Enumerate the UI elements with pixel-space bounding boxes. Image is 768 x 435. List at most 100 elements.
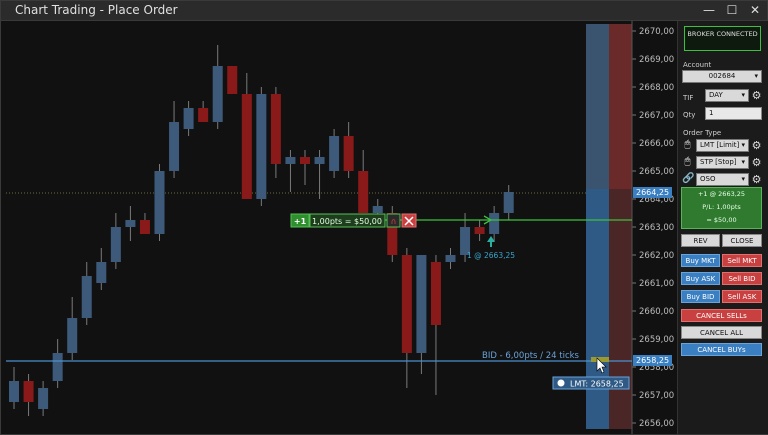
- left-click-mouse-icon: 🖱: [684, 139, 691, 150]
- sell-mkt-button[interactable]: Sell MKT: [722, 254, 762, 267]
- price-axis-label: 2659,00: [639, 335, 674, 345]
- buy-ask-button[interactable]: Buy ASK: [681, 272, 720, 285]
- close-button[interactable]: CLOSE: [722, 234, 762, 247]
- account-select[interactable]: 002684 ▾: [682, 70, 762, 83]
- fill-label: 1 @ 2663,25: [467, 251, 515, 260]
- candle-body: [343, 136, 354, 171]
- minimize-icon[interactable]: —: [697, 1, 721, 20]
- candle-body: [503, 192, 514, 213]
- qty-label: Qty: [683, 111, 696, 119]
- position-entry: +1 @ 2663,25: [697, 190, 746, 198]
- candle-body: [52, 353, 63, 381]
- price-axis-label: 2669,00: [639, 55, 674, 65]
- ask-depth-column: [586, 189, 609, 429]
- candle-body: [96, 262, 107, 283]
- account-label: Account: [683, 61, 712, 69]
- tif-label: TIF: [683, 94, 694, 102]
- broker-status: BROKER CONNECTED: [684, 26, 761, 51]
- stp-gear-icon[interactable]: ⚙: [751, 157, 762, 168]
- price-axis-label: 2665,00: [639, 167, 674, 177]
- candle-body: [67, 318, 78, 353]
- position-summary: +1 @ 2663,25 P/L: 1,00pts = $50,00: [681, 187, 762, 229]
- cancel-all-button[interactable]: CANCEL ALL: [681, 326, 762, 339]
- limit-order-label: LMT: 2658,25: [570, 380, 624, 389]
- order-type-label: Order Type: [683, 129, 722, 137]
- buy-mkt-button[interactable]: Buy MKT: [681, 254, 720, 267]
- candle-body: [329, 136, 340, 171]
- cancel-sells-button[interactable]: CANCEL SELLs: [681, 309, 762, 322]
- chart-trading-window: Chart Trading - Place Order — ☐ ✕ 2670,0…: [0, 0, 768, 435]
- link-icon: 🔗: [682, 173, 695, 184]
- candle-body: [314, 157, 325, 164]
- tif-gear-icon[interactable]: ⚙: [751, 90, 762, 101]
- order-panel: BROKER CONNECTED Account 002684 ▾ TIF DAY…: [677, 21, 768, 434]
- linked-order-type-select[interactable]: OSO ▾: [696, 173, 749, 186]
- order-type-oso: OSO: [700, 175, 716, 183]
- bid-depth-column-top: [609, 24, 632, 189]
- sell-ask-button[interactable]: Sell ASK: [722, 290, 762, 303]
- buy-bid-button[interactable]: Buy BID: [681, 290, 720, 303]
- candle-body: [169, 122, 180, 171]
- price-axis-label: 2657,00: [639, 391, 674, 401]
- candle-body: [300, 157, 310, 164]
- order-type-stp: STP [Stop]: [700, 158, 737, 166]
- close-icon[interactable]: ✕: [743, 1, 767, 20]
- price-axis-label: 2670,00: [639, 27, 674, 37]
- price-axis-label: 2666,00: [639, 139, 674, 149]
- candle-body: [81, 276, 92, 318]
- chevron-down-icon: ▾: [741, 91, 745, 99]
- candle-body: [416, 255, 427, 353]
- price-chart[interactable]: 2670,00 2669,00 2668,00 2667,00 2666,00 2665,…: [1, 21, 677, 434]
- candle-body: [430, 262, 441, 325]
- price-axis-label: 2656,00: [639, 419, 674, 429]
- price-axis-label: 2660,00: [639, 307, 674, 317]
- title-bar[interactable]: Chart Trading - Place Order — ☐ ✕: [1, 1, 767, 21]
- position-pnl-usd: = $50,00: [706, 216, 737, 224]
- candle-body: [183, 108, 194, 129]
- last-price-tag: 2664,25: [633, 187, 673, 198]
- oso-gear-icon[interactable]: ⚙: [751, 174, 762, 185]
- limit-order-mouse-icon: [557, 379, 565, 387]
- candle-body: [241, 94, 252, 199]
- candle-body: [256, 94, 267, 199]
- candle-body: [38, 388, 49, 409]
- candle-body: [285, 157, 296, 164]
- bid-price-tag: 2658,25: [633, 355, 673, 366]
- right-click-mouse-icon: 🖱: [684, 156, 691, 167]
- candle-body: [139, 220, 150, 234]
- rev-button[interactable]: REV: [681, 234, 720, 247]
- account-value: 002684: [708, 72, 736, 80]
- maximize-icon[interactable]: ☐: [720, 1, 744, 20]
- price-axis-label: 2667,00: [639, 111, 674, 121]
- position-pnl: 1,00pts = $50,00: [312, 217, 382, 226]
- chevron-down-icon: ▾: [741, 175, 745, 183]
- price-axis: 2670,00 2669,00 2668,00 2667,00 2666,00 2665,…: [631, 21, 674, 434]
- lmt-gear-icon[interactable]: ⚙: [751, 140, 762, 151]
- candle-body: [474, 227, 485, 234]
- chevron-down-icon: ▾: [741, 158, 745, 166]
- bid-distance-label: BID - 6,00pts / 24 ticks: [482, 351, 580, 361]
- bid-depth-column: [609, 189, 632, 429]
- chevron-down-icon: ▾: [741, 141, 745, 149]
- candle-body: [401, 255, 412, 353]
- candle-body: [23, 381, 34, 402]
- price-axis-label: 2668,00: [639, 83, 674, 93]
- candle-body: [110, 227, 121, 262]
- left-click-order-type-select[interactable]: LMT [Limit] ▾: [696, 139, 749, 152]
- tif-select[interactable]: DAY ▾: [705, 89, 749, 102]
- qty-input[interactable]: 1: [705, 107, 762, 120]
- candle-body: [372, 206, 383, 213]
- right-click-order-type-select[interactable]: STP [Stop] ▾: [696, 156, 749, 169]
- candle-body: [445, 255, 456, 262]
- tif-value: DAY: [709, 91, 723, 99]
- candle-body: [212, 66, 223, 122]
- ask-depth-column-top: [586, 24, 609, 189]
- candle-body: [125, 220, 136, 227]
- sell-bid-button[interactable]: Sell BID: [722, 272, 762, 285]
- order-type-lmt: LMT [Limit]: [700, 141, 740, 149]
- chevron-down-icon: ▾: [754, 72, 758, 80]
- candle-body: [227, 66, 238, 94]
- price-axis-label: 2661,00: [639, 279, 674, 289]
- candle-body: [489, 213, 500, 234]
- cancel-buys-button[interactable]: CANCEL BUYs: [681, 343, 762, 356]
